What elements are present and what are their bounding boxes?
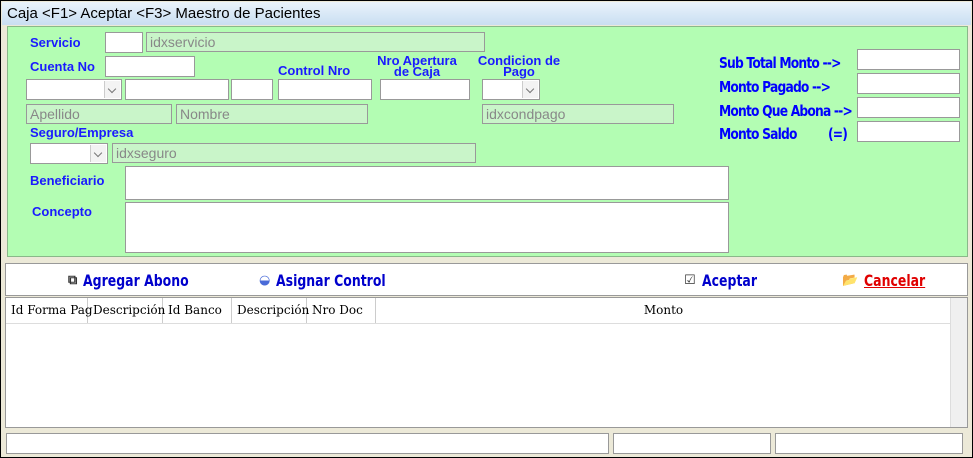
aceptar-label: Aceptar [701,270,757,290]
seguro-label: Seguro/Empresa [30,125,134,140]
beneficiario-label: Beneficiario [30,173,105,188]
seguro-desc-field: idxseguro [112,143,476,163]
aceptar-button[interactable]: ☑ Aceptar [684,270,772,290]
cuenta-field-2[interactable] [125,79,229,100]
col-header-descripcion-1[interactable]: Descripción [88,298,165,323]
status-panel-2 [613,433,771,454]
asignar-control-button[interactable]: ◒ Asignar Control [259,270,417,290]
seguro-combo[interactable] [30,143,108,164]
grid-header: Id Forma Pag Descripción Id Banco Descri… [6,298,952,324]
payment-window: Caja <F1> Aceptar <F3> Maestro de Pacien… [0,0,973,458]
checkbox-icon: ☑ [684,272,696,288]
saldo-field[interactable] [857,121,960,142]
col-header-descripcion-2[interactable]: Descripción [232,298,309,323]
cuenta-input[interactable] [105,56,195,77]
status-panel-1 [6,433,609,454]
condpago-desc-field: idxcondpago [482,104,674,124]
condicion-pago-label: Condicion de Pago [477,53,561,79]
nombre-field: Nombre [176,104,368,124]
folder-open-icon: 📂 [842,272,859,288]
cancelar-label: Cancelar [864,270,926,290]
action-toolbar: ⧉ Agregar Abono ◒ Asignar Control ☑ Acep… [5,263,968,296]
form-panel: Servicio idxservicio Cuenta No Control N… [7,26,968,257]
window-title: Caja <F1> Aceptar <F3> Maestro de Pacien… [2,2,971,25]
nro-apertura-input[interactable] [380,79,470,100]
beneficiario-input[interactable] [125,166,729,200]
col-header-id-forma-pag[interactable]: Id Forma Pag [6,298,93,323]
cuenta-field-3[interactable] [231,79,273,100]
nro-apertura-label: Nro Apertura de Caja [377,53,457,79]
chevron-down-icon[interactable] [522,81,538,98]
servicio-label: Servicio [30,35,81,50]
abona-field[interactable] [857,97,960,118]
chevron-down-icon[interactable] [90,145,106,162]
servicio-desc-field: idxservicio [146,32,485,52]
col-header-monto[interactable]: Monto [376,298,952,323]
apellido-field: Apellido [26,104,172,124]
servicio-code-input[interactable] [105,32,143,53]
copy-icon: ⧉ [68,272,78,288]
condicion-pago-combo[interactable] [482,79,540,100]
cancelar-button[interactable]: 📂 Cancelar [842,270,943,290]
saldo-label: Monto Saldo [719,125,797,143]
cuenta-label: Cuenta No [30,59,95,74]
payments-grid[interactable]: Id Forma Pag Descripción Id Banco Descri… [5,297,968,428]
status-panel-3 [775,433,963,454]
agregar-abono-label: Agregar Abono [83,270,189,290]
col-header-nro-doc[interactable]: Nro Doc [307,298,376,323]
pagado-label: Monto Pagado --> [719,78,831,96]
control-label: Control Nro [278,63,351,78]
subtotal-field[interactable] [857,49,960,70]
agregar-abono-button[interactable]: ⧉ Agregar Abono [68,270,219,290]
subtotal-label: Sub Total Monto --> [719,54,841,72]
disc-icon: ◒ [259,272,271,288]
concepto-input[interactable] [125,202,729,253]
saldo-equals: (=) [828,125,848,143]
control-nro-input[interactable] [278,79,372,100]
asignar-control-label: Asignar Control [276,270,387,290]
chevron-down-icon[interactable] [104,81,120,98]
concepto-label: Concepto [32,204,92,219]
cuenta-type-combo[interactable] [26,79,122,100]
abona-label: Monto Que Abona --> [719,102,853,120]
pagado-field[interactable] [857,73,960,94]
grid-scrollbar[interactable] [950,298,967,427]
col-header-id-banco[interactable]: Id Banco [163,298,232,323]
